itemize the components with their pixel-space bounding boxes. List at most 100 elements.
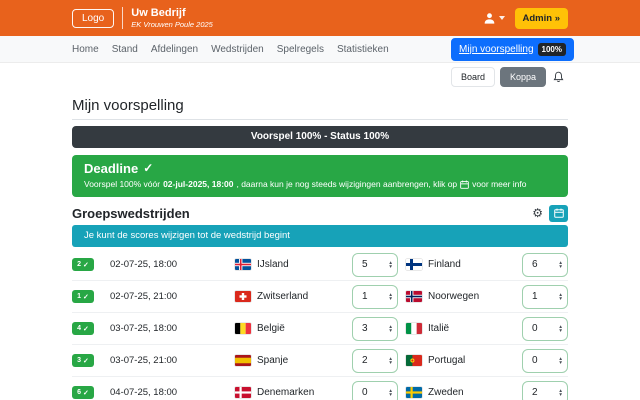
away-team-name: Finland [428, 259, 461, 270]
away-score-input[interactable]: 2▴▾ [522, 381, 568, 400]
stepper-icon[interactable]: ▴▾ [559, 325, 562, 333]
deadline-text: Voorspel 100% vóór 02-jul-2025, 18:00 , … [84, 179, 556, 189]
logo: Logo [72, 9, 114, 28]
nav-item-spelregels[interactable]: Spelregels [277, 44, 324, 55]
match-date: 03-07-25, 18:00 [110, 323, 235, 334]
flag-icon [406, 291, 422, 302]
flag-icon [235, 323, 251, 334]
away-team-name: Zweden [428, 387, 464, 398]
away-team-name: Portugal [428, 355, 465, 366]
home-score-input[interactable]: 1▴▾ [352, 285, 398, 309]
stepper-icon[interactable]: ▴▾ [559, 357, 562, 365]
match-row: 3✓ 03-07-25, 21:00 Spanje 2▴▾ Portugal 0… [72, 345, 568, 377]
divider [122, 7, 123, 29]
my-prediction-label: Mijn voorspelling [459, 44, 533, 55]
bell-icon [553, 71, 564, 83]
chevron-down-icon [499, 16, 505, 20]
flag-icon [235, 259, 251, 270]
match-date: 02-07-25, 21:00 [110, 291, 235, 302]
deadline-title: Deadline [84, 161, 138, 176]
match-number-badge: 1✓ [72, 290, 94, 303]
divider [72, 119, 568, 120]
view-toolbar: Board Koppa [0, 65, 640, 89]
match-number-badge: 4✓ [72, 322, 94, 335]
home-team: IJsland [235, 259, 352, 270]
home-score-input[interactable]: 2▴▾ [352, 349, 398, 373]
match-number-badge: 2✓ [72, 258, 94, 271]
stepper-icon[interactable]: ▴▾ [559, 293, 562, 301]
check-icon: ✓ [83, 261, 89, 269]
match-row: 2✓ 02-07-25, 18:00 IJsland 5▴▾ Finland 6… [72, 249, 568, 281]
stepper-icon[interactable]: ▴▾ [389, 325, 392, 333]
stepper-icon[interactable]: ▴▾ [559, 261, 562, 269]
away-team: Zweden [398, 387, 522, 398]
brand-block: Uw Bedrijf EK Vrouwen Poule 2025 [131, 7, 213, 30]
match-row: 6✓ 04-07-25, 18:00 Denemarken 0▴▾ Zweden… [72, 377, 568, 400]
check-icon: ✓ [83, 389, 89, 397]
nav-item-home[interactable]: Home [72, 44, 99, 55]
home-team-name: België [257, 323, 285, 334]
nav-item-afdelingen[interactable]: Afdelingen [151, 44, 198, 55]
deadline-alert: Deadline ✓ Voorspel 100% vóór 02-jul-202… [72, 155, 568, 197]
stepper-icon[interactable]: ▴▾ [389, 293, 392, 301]
match-date: 03-07-25, 21:00 [110, 355, 235, 366]
notifications-button[interactable] [551, 69, 566, 85]
away-score-input[interactable]: 6▴▾ [522, 253, 568, 277]
admin-button[interactable]: Admin » [515, 8, 568, 29]
home-team: België [235, 323, 352, 334]
check-icon: ✓ [83, 357, 89, 365]
group-matches-header: Groepswedstrijden ⚙ [72, 205, 568, 221]
nav-item-wedstrijden[interactable]: Wedstrijden [211, 44, 264, 55]
home-score-input[interactable]: 0▴▾ [352, 381, 398, 400]
page-title: Mijn voorspelling [72, 97, 568, 114]
stepper-icon[interactable]: ▴▾ [389, 389, 392, 397]
calendar-icon [554, 208, 564, 218]
koppa-button[interactable]: Koppa [500, 67, 546, 87]
nav-item-stand[interactable]: Stand [112, 44, 138, 55]
home-score-input[interactable]: 3▴▾ [352, 317, 398, 341]
away-team-name: Noorwegen [428, 291, 479, 302]
away-team: Noorwegen [398, 291, 522, 302]
check-icon: ✓ [143, 161, 153, 176]
home-team-name: IJsland [257, 259, 289, 270]
user-icon [483, 12, 496, 25]
flag-icon [235, 291, 251, 302]
match-date: 02-07-25, 18:00 [110, 259, 235, 270]
home-score-input[interactable]: 5▴▾ [352, 253, 398, 277]
flag-icon [235, 387, 251, 398]
home-team-name: Spanje [257, 355, 288, 366]
group-matches-title: Groepswedstrijden [72, 206, 190, 221]
match-row: 4✓ 03-07-25, 18:00 België 3▴▾ Italië 0▴▾ [72, 313, 568, 345]
flag-icon [235, 355, 251, 366]
user-menu[interactable] [483, 12, 505, 25]
my-prediction-button[interactable]: Mijn voorspelling 100% [451, 38, 574, 61]
away-team: Italië [398, 323, 522, 334]
away-team-name: Italië [428, 323, 449, 334]
away-team: Finland [398, 259, 522, 270]
calendar-button[interactable] [549, 205, 568, 222]
pool-subtitle: EK Vrouwen Poule 2025 [131, 20, 213, 29]
scores-info-bar: Je kunt de scores wijzigen tot de wedstr… [72, 225, 568, 247]
away-team: Portugal [398, 355, 522, 366]
deadline-date: 02-jul-2025, 18:00 [163, 179, 233, 189]
match-number-badge: 3✓ [72, 354, 94, 367]
stepper-icon[interactable]: ▴▾ [559, 389, 562, 397]
away-score-input[interactable]: 0▴▾ [522, 349, 568, 373]
flag-icon [406, 259, 422, 270]
check-icon: ✓ [83, 325, 89, 333]
stepper-icon[interactable]: ▴▾ [389, 261, 392, 269]
match-date: 04-07-25, 18:00 [110, 387, 235, 398]
prediction-percent-badge: 100% [538, 43, 566, 56]
main-nav: Home Stand Afdelingen Wedstrijden Spelre… [0, 36, 640, 63]
settings-icon[interactable]: ⚙ [532, 207, 543, 219]
stepper-icon[interactable]: ▴▾ [389, 357, 392, 365]
flag-icon [406, 387, 422, 398]
board-button[interactable]: Board [451, 67, 495, 87]
nav-item-statistieken[interactable]: Statistieken [337, 44, 389, 55]
home-team-name: Zwitserland [257, 291, 308, 302]
flag-icon [406, 323, 422, 334]
away-score-input[interactable]: 1▴▾ [522, 285, 568, 309]
home-team: Spanje [235, 355, 352, 366]
company-name: Uw Bedrijf [131, 7, 213, 21]
away-score-input[interactable]: 0▴▾ [522, 317, 568, 341]
